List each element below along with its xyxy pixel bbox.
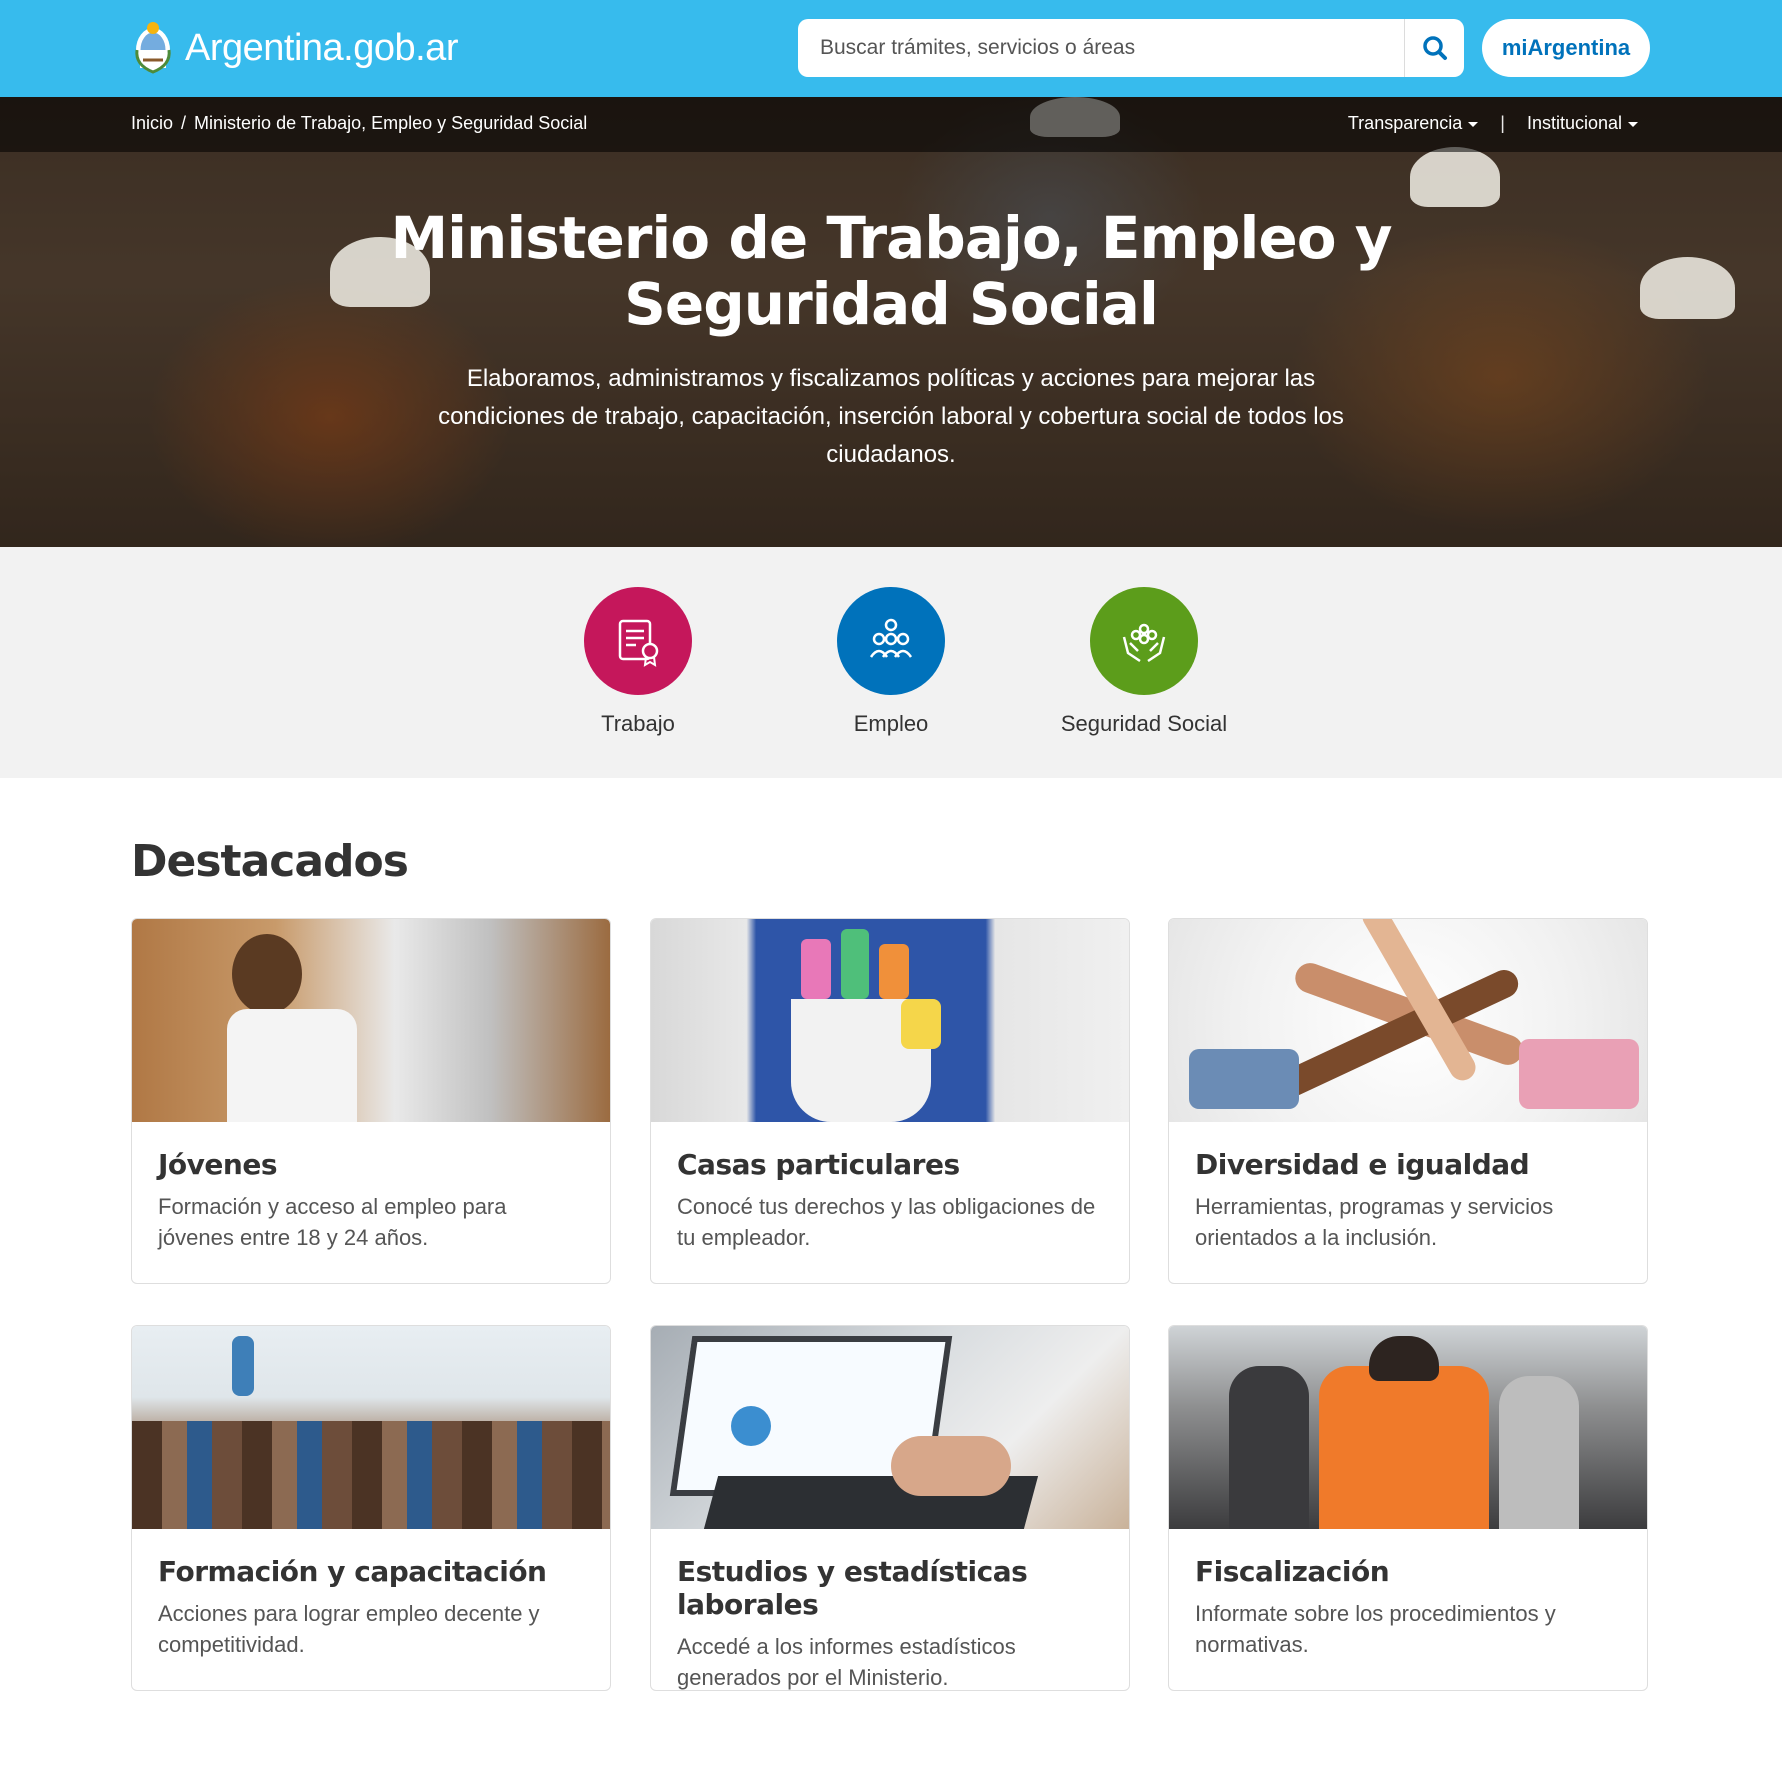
card-estudios-estadisticas[interactable]: Estudios y estadísticas laborales Accedé… [650,1325,1130,1691]
category-circle [584,587,692,695]
card-title: Jóvenes [158,1148,278,1181]
hands-care-icon [1122,623,1166,663]
hero-photo-detail [1410,147,1500,207]
caret-down-icon [1468,121,1479,127]
card-title: Diversidad e igualdad [1195,1148,1530,1181]
breadcrumb: Inicio / Ministerio de Trabajo, Empleo y… [131,113,587,134]
certificate-icon [618,619,659,667]
card-image [1169,1326,1647,1529]
card-text: Conocé tus derechos y las obligaciones d… [677,1194,1096,1250]
card-text: Accedé a los informes estadísticos gener… [677,1634,1016,1690]
card-text: Acciones para lograr empleo decente y co… [158,1601,540,1657]
card-title: Estudios y estadísticas laborales [677,1555,1028,1621]
category-label: Seguridad Social [1060,711,1228,736]
site-logo[interactable]: Argentina.gob.ar [133,18,458,78]
card-image [651,1326,1129,1529]
category-shortcuts: Trabajo Empleo Seguridad Social [0,547,1782,778]
category-circle [1090,587,1198,695]
card-image [651,919,1129,1122]
card-image [132,919,610,1122]
category-empleo[interactable]: Empleo [781,587,1001,737]
card-jovenes[interactable]: Jóvenes Formación y acceso al empleo par… [131,918,611,1284]
breadcrumb-bar: Inicio / Ministerio de Trabajo, Empleo y… [0,97,1782,152]
page-description: Elaboramos, administramos y fiscalizamos… [438,365,1344,468]
people-gear-icon [869,618,913,658]
card-title: Casas particulares [677,1148,960,1181]
nav-separator: | [1500,113,1505,133]
card-diversidad-igualdad[interactable]: Diversidad e igualdad Herramientas, prog… [1168,918,1648,1284]
site-header: Argentina.gob.ar miArgentina [0,0,1782,97]
hero-photo-detail [1640,257,1735,319]
card-formacion-capacitacion[interactable]: Formación y capacitación Acciones para l… [131,1325,611,1691]
breadcrumb-current: Ministerio de Trabajo, Empleo y Segurida… [194,113,588,133]
institucional-dropdown[interactable]: Institucional [1527,113,1638,134]
category-seguridad-social[interactable]: Seguridad Social [1034,587,1254,737]
category-label: Trabajo [601,711,675,736]
card-image [1169,919,1647,1122]
card-title: Fiscalización [1195,1555,1390,1588]
hero-nav-links: Transparencia | Institucional [1348,113,1638,134]
coat-of-arms-icon [135,22,171,74]
search-icon [1422,36,1447,60]
transparencia-label: Transparencia [1347,113,1463,133]
card-text: Herramientas, programas y servicios orie… [1195,1194,1554,1250]
breadcrumb-separator: / [181,113,187,133]
search-input[interactable] [798,19,1404,77]
card-title: Formación y capacitación [158,1555,547,1588]
institucional-label: Institucional [1526,113,1622,133]
caret-down-icon [1628,121,1638,127]
card-image [132,1326,610,1529]
destacados-heading: Destacados [131,836,409,887]
transparencia-dropdown[interactable]: Transparencia [1347,113,1479,134]
category-trabajo[interactable]: Trabajo [528,587,748,737]
card-casas-particulares[interactable]: Casas particulares Conocé tus derechos y… [650,918,1130,1284]
search-button[interactable] [1404,19,1464,77]
page-title: Ministerio de Trabajo, Empleo y Segurida… [390,204,1392,338]
category-label: Empleo [853,711,929,736]
breadcrumb-home-link[interactable]: Inicio [131,113,173,134]
search-box [798,19,1464,77]
miargentina-button[interactable]: miArgentina [1482,19,1650,77]
category-circle [837,587,945,695]
card-fiscalizacion[interactable]: Fiscalización Informate sobre los proced… [1168,1325,1648,1691]
card-text: Formación y acceso al empleo para jóvene… [158,1194,507,1250]
site-name: Argentina.gob.ar [185,26,458,69]
card-text: Informate sobre los procedimientos y nor… [1195,1601,1556,1657]
